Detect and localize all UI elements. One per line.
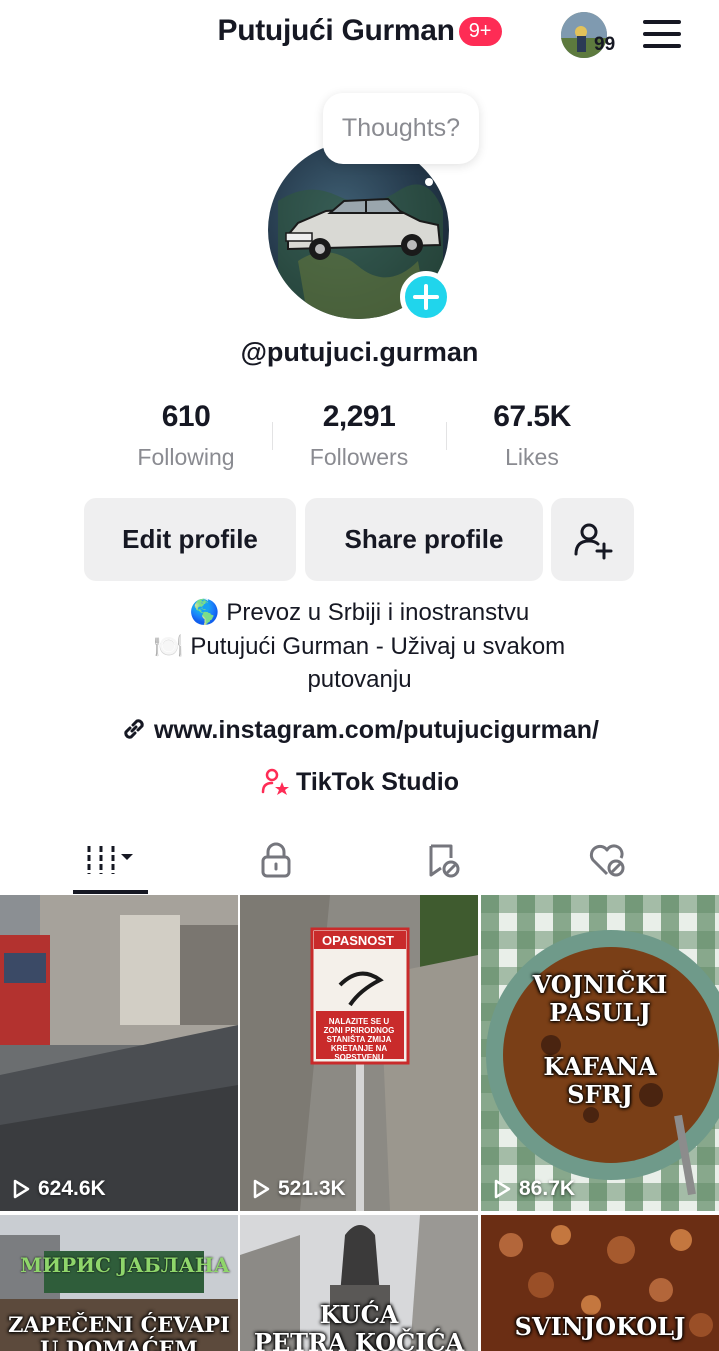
sign-line: KRETANJE NA <box>330 1044 388 1053</box>
view-count: 86.7K <box>491 1177 575 1201</box>
sign-line: NALAZITE SE U <box>328 1017 390 1026</box>
menu-icon[interactable] <box>643 20 681 48</box>
tiktok-studio-link[interactable]: TikTok Studio <box>0 766 719 797</box>
video-subtitle: KAFANA SFRJ <box>481 1053 719 1109</box>
videos-grid-icon <box>87 846 133 874</box>
stat-following[interactable]: 610 Following <box>126 400 246 471</box>
sign-text: МИРИС ЈАБЛАНА <box>20 1253 230 1277</box>
add-story-button[interactable] <box>400 271 452 323</box>
sign-text: NALAZITE SE U ZONI PRIRODNOG STANIŠTA ZM… <box>240 1017 478 1062</box>
video-tile[interactable]: 624.6K <box>0 895 238 1211</box>
tab-private[interactable] <box>231 826 321 894</box>
video-title: ZAPEČENI ĆEVAPI U DOMAĆEM <box>0 1313 238 1351</box>
add-friends-button[interactable] <box>551 498 634 581</box>
add-user-icon <box>574 523 612 559</box>
video-title-line: KAFANA <box>543 1052 657 1081</box>
stat-likes[interactable]: 67.5K Likes <box>474 400 590 471</box>
video-title: KUĆA PETRA KOČIĆA <box>240 1301 478 1351</box>
tab-reposts[interactable] <box>398 826 488 894</box>
profile-title[interactable]: Putujući Gurman <box>218 14 455 48</box>
video-title-line: ZAPEČENI ĆEVAPI <box>8 1312 230 1337</box>
video-title: VOJNIČKI PASULJ <box>481 971 719 1027</box>
play-icon <box>494 1179 511 1199</box>
video-tile[interactable]: МИРИС ЈАБЛАНА ZAPEČENI ĆEVAPI U DOMAĆEM <box>0 1215 238 1351</box>
likes-count: 67.5K <box>493 400 571 433</box>
bio-link-text[interactable]: www.instagram.com/putujucigurman/ <box>154 716 599 744</box>
video-tile[interactable]: SVINJOKOLJ <box>481 1215 719 1351</box>
followers-label: Followers <box>309 444 409 470</box>
play-icon <box>13 1179 30 1199</box>
stat-divider <box>446 422 447 450</box>
bio-text-2: Putujući Gurman - Uživaj u svakom <box>190 633 566 660</box>
sign-title: OPASNOST <box>322 933 394 948</box>
repost-icon <box>429 844 460 878</box>
video-title-line: KUĆA <box>319 1300 399 1329</box>
bio-link[interactable]: www.instagram.com/putujucigurman/ <box>0 715 719 745</box>
bio-line-2: 🍽️ Putujući Gurman - Uživaj u svakom <box>0 632 719 661</box>
notification-badge[interactable]: 9+ <box>458 16 502 46</box>
view-count: 521.3K <box>250 1177 346 1201</box>
share-profile-button[interactable]: Share profile <box>305 498 543 581</box>
sign-line: SOPSTVENU <box>334 1053 384 1062</box>
video-tile[interactable]: OPASNOST NALAZITE SE U ZONI PRIRODNOG ST… <box>240 895 478 1211</box>
creator-star-icon <box>261 768 290 795</box>
stat-divider <box>272 422 273 450</box>
tab-liked[interactable] <box>562 826 652 894</box>
video-title-line: PASULJ <box>549 998 651 1027</box>
profile-tabs <box>0 826 719 894</box>
top-bar: Putujući Gurman 9+ 99 <box>0 0 719 72</box>
dining-plate-icon: 🍽️ <box>153 633 184 660</box>
video-thumbnail <box>0 895 238 1211</box>
view-count-text: 521.3K <box>278 1177 346 1200</box>
following-count: 610 <box>161 400 211 433</box>
video-tile[interactable]: VOJNIČKI PASULJ KAFANA SFRJ 86.7K <box>481 895 719 1211</box>
view-count-text: 86.7K <box>519 1177 576 1200</box>
tiktok-studio-label[interactable]: TikTok Studio <box>296 768 459 796</box>
video-title-line: VOJNIČKI <box>532 970 668 999</box>
video-title-line: U DOMAĆEM <box>40 1336 198 1351</box>
lock-icon <box>261 842 291 878</box>
link-icon <box>124 719 144 739</box>
video-title-line: PETRA KOČIĆA <box>253 1328 465 1351</box>
liked-heart-icon <box>589 844 625 877</box>
following-label: Following <box>137 444 235 470</box>
play-icon <box>253 1179 270 1199</box>
bio-line-1: 🌎 Prevoz u Srbiji i inostranstvu <box>0 598 719 627</box>
thoughts-bubble-dot <box>425 178 433 186</box>
edit-profile-button[interactable]: Edit profile <box>84 498 296 581</box>
view-count: 624.6K <box>10 1177 106 1201</box>
video-title-line: SFRJ <box>567 1080 633 1109</box>
view-count-text: 624.6K <box>38 1177 106 1200</box>
sign-line: STANIŠTA ZMIJA <box>326 1035 392 1044</box>
video-tile[interactable]: KUĆA PETRA KOČIĆA <box>240 1215 478 1351</box>
active-tab-indicator <box>73 890 148 894</box>
video-title: SVINJOKOLJ <box>514 1312 686 1341</box>
followers-count: 2,291 <box>322 400 396 433</box>
username: @putujuci.gurman <box>240 337 479 367</box>
friends-count: 99 <box>594 34 616 55</box>
bio-line-3: putovanju <box>307 666 412 693</box>
plus-icon <box>413 284 439 310</box>
thoughts-bubble[interactable]: Thoughts? <box>323 93 479 164</box>
bio-text-1: Prevoz u Srbiji i inostranstvu <box>226 599 530 626</box>
globe-icon: 🌎 <box>189 599 220 626</box>
sign-line: ZONI PRIRODNOG <box>323 1026 395 1035</box>
stat-followers[interactable]: 2,291 Followers <box>298 400 420 471</box>
likes-label: Likes <box>505 444 559 470</box>
tab-videos[interactable] <box>66 826 156 894</box>
